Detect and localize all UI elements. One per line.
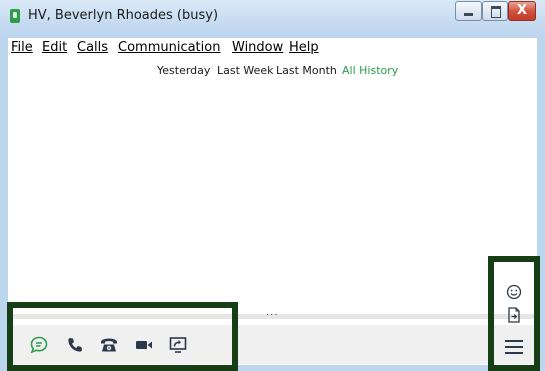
splitter-handle: ... bbox=[266, 307, 279, 318]
minimize-button[interactable] bbox=[455, 1, 482, 21]
filter-yesterday[interactable]: Yesterday bbox=[157, 64, 210, 77]
close-button[interactable]: X bbox=[508, 1, 536, 21]
menu-window[interactable]: Window bbox=[232, 40, 283, 55]
maximize-icon bbox=[491, 6, 501, 18]
conversation-history-pane[interactable] bbox=[8, 82, 537, 314]
menu-icon[interactable] bbox=[504, 338, 524, 356]
menu-edit[interactable]: Edit bbox=[42, 40, 67, 55]
maximize-button[interactable] bbox=[482, 1, 508, 21]
window-title: HV, Beverlyn Rhoades (busy) bbox=[28, 8, 219, 23]
toolbar-highlight-box bbox=[7, 302, 238, 371]
history-filter-bar: Yesterday Last Week Last Month All Histo… bbox=[8, 64, 537, 80]
menu-communication[interactable]: Communication bbox=[118, 40, 220, 55]
attach-file-icon[interactable] bbox=[505, 306, 523, 324]
emoji-icon[interactable] bbox=[505, 283, 523, 301]
filter-last-month[interactable]: Last Month bbox=[276, 64, 337, 77]
title-bar[interactable]: HV, Beverlyn Rhoades (busy) X bbox=[0, 0, 545, 38]
minimize-icon bbox=[464, 13, 473, 16]
close-icon: X bbox=[516, 3, 528, 18]
menu-help[interactable]: Help bbox=[289, 40, 319, 55]
menu-calls[interactable]: Calls bbox=[77, 40, 108, 55]
menu-bar: File Edit Calls Communication Window Hel… bbox=[8, 38, 537, 58]
app-icon bbox=[10, 9, 20, 23]
conversation-window: HV, Beverlyn Rhoades (busy) X File Edit … bbox=[0, 0, 545, 371]
menu-file[interactable]: File bbox=[11, 40, 33, 55]
filter-last-week[interactable]: Last Week bbox=[217, 64, 274, 77]
filter-all-history[interactable]: All History bbox=[342, 64, 398, 77]
